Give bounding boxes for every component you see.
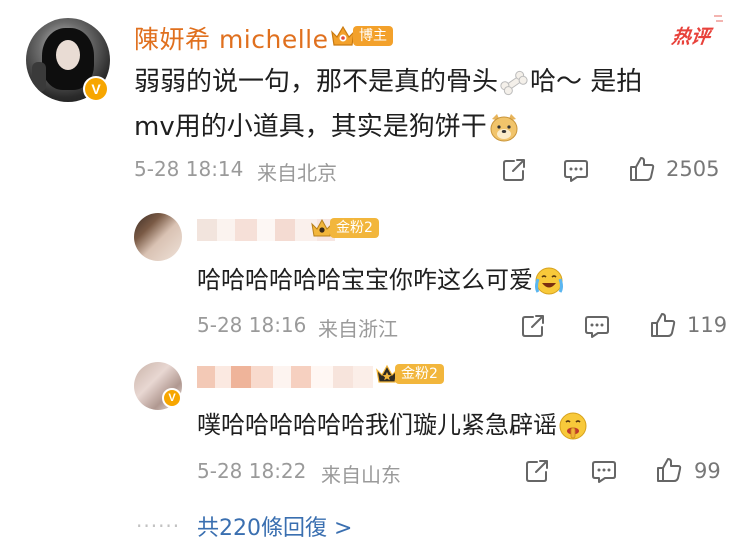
doge-emoji-icon xyxy=(490,113,518,141)
fan-badge: 金粉2 xyxy=(375,362,444,386)
reply-timestamp: 5-28 18:22 xyxy=(197,459,307,483)
like-icon[interactable] xyxy=(649,311,677,339)
comment-timestamp: 5-28 18:14 xyxy=(134,157,244,181)
like-icon[interactable] xyxy=(628,155,656,183)
comment-icon[interactable] xyxy=(590,457,618,485)
share-icon[interactable] xyxy=(519,312,547,340)
avatar[interactable] xyxy=(134,213,182,261)
reply-location: 来自山东 xyxy=(321,463,401,487)
fan-badge-label: 金粉2 xyxy=(395,364,444,384)
role-badge-label: 博主 xyxy=(353,26,393,46)
comment-icon[interactable] xyxy=(583,312,611,340)
share-icon[interactable] xyxy=(500,156,528,184)
hot-flame-icon xyxy=(714,15,723,22)
like-count: 99 xyxy=(694,459,721,483)
reply-location: 来自浙江 xyxy=(318,317,398,341)
bone-emoji-icon xyxy=(500,70,528,95)
verified-v-icon: V xyxy=(83,76,109,102)
like-count: 119 xyxy=(687,313,728,337)
shush-emoji-icon xyxy=(559,412,587,440)
role-badge: 博主 xyxy=(329,23,393,49)
more-replies-link[interactable]: 共220條回復 > xyxy=(197,510,352,542)
reply-text: 噗哈哈哈哈哈哈我们璇儿紧急辟谣 xyxy=(197,405,589,442)
comment-location: 来自北京 xyxy=(257,161,337,185)
fan-badge: 金粉2 xyxy=(310,216,379,240)
reply-text: 哈哈哈哈哈哈宝宝你咋这么可爱 xyxy=(197,260,565,297)
fan-badge-label: 金粉2 xyxy=(330,218,379,238)
like-count: 2505 xyxy=(666,157,720,181)
share-icon[interactable] xyxy=(523,457,551,485)
reply-timestamp: 5-28 18:16 xyxy=(197,313,307,337)
username[interactable]: 陳妍希 michelle xyxy=(134,20,329,56)
more-dots: ······ xyxy=(136,514,181,538)
verified-v-icon: V xyxy=(162,388,182,408)
username-redacted[interactable] xyxy=(197,366,373,388)
comment-text: 弱弱的说一句，那不是真的骨头 哈～ 是拍 mv用的小道具，其实是狗饼干 xyxy=(134,60,724,150)
like-icon[interactable] xyxy=(655,456,683,484)
comment-icon[interactable] xyxy=(562,156,590,184)
crying-laugh-emoji-icon xyxy=(535,267,563,295)
